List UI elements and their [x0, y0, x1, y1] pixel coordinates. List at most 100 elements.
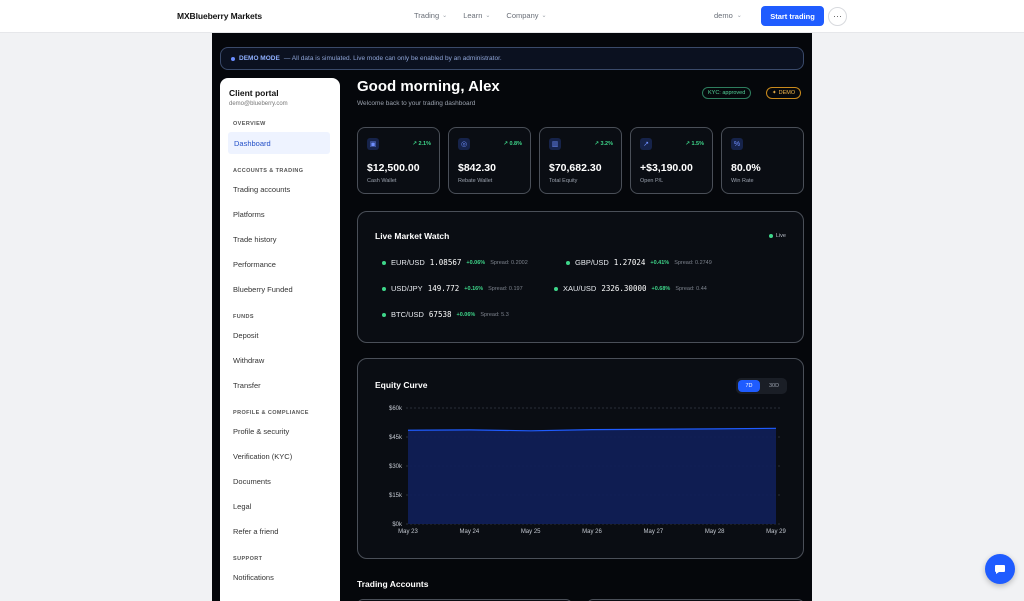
equity-chart: $60k $45k $30k $15k $0kMay 23 May 24 May 25 May… — [389, 406, 787, 535]
sidebar-item-withdraw[interactable]: Withdraw — [233, 356, 264, 365]
stat-value: 80.0% — [731, 162, 761, 174]
stat-card-win-rate[interactable]: % 80.0% Win Rate — [721, 127, 804, 194]
nav-trading[interactable]: Trading ⌄ — [414, 11, 447, 20]
nav-links: Trading ⌄ Learn ⌄ Company ⌄ — [414, 11, 547, 20]
account-menu[interactable]: demo ⌄ — [714, 11, 742, 20]
sidebar-item-legal[interactable]: Legal — [233, 502, 251, 511]
sidebar-item-deposit[interactable]: Deposit — [233, 331, 258, 340]
range-toggle: 7D 30D — [736, 378, 787, 394]
quote-spread: Spread: 0.2002 — [490, 259, 528, 266]
sidebar-item-trading-accounts[interactable]: Trading accounts — [233, 185, 290, 194]
sidebar-item-verification[interactable]: Verification (KYC) — [233, 452, 292, 461]
quote-price: 149.772 — [427, 284, 460, 293]
demo-mode-label: DEMO MODE — [239, 55, 280, 62]
section-overview: OVERVIEW — [233, 121, 266, 127]
x-tick-label: May 23 — [398, 529, 418, 535]
y-tick-label: $15k — [389, 493, 403, 499]
stat-label: Total Equity — [549, 178, 578, 184]
quote-change: +0.06% — [456, 311, 476, 318]
bar-chart-icon: ▥ — [549, 138, 561, 150]
range-7d-button[interactable]: 7D — [738, 380, 760, 392]
stat-card-cash-wallet[interactable]: ▣ ↗ 2.1% $12,500.00 Cash Wallet — [357, 127, 440, 194]
y-tick-label: $0k — [392, 522, 403, 528]
sidebar-item-notifications[interactable]: Notifications — [233, 573, 274, 582]
stat-label: Cash Wallet — [367, 178, 397, 184]
quote-xauusd[interactable]: XAU/USD 2326.30000 +0.68% Spread: 0.44 — [554, 284, 707, 293]
range-30d-button[interactable]: 30D — [763, 380, 785, 392]
stat-value: $842.30 — [458, 162, 496, 174]
quote-change: +0.16% — [464, 285, 484, 292]
x-tick-label: May 28 — [705, 529, 725, 535]
award-icon: ◎ — [458, 138, 470, 150]
quote-spread: Spread: 0.197 — [488, 285, 523, 292]
x-tick-label: May 29 — [766, 529, 786, 535]
quote-price: 1.08567 — [429, 258, 462, 267]
stat-card-rebate-wallet[interactable]: ◎ ↗ 0.8% $842.30 Rebate Wallet — [448, 127, 531, 194]
kyc-status-badge: KYC: approved — [702, 87, 752, 99]
sidebar-item-profile-security[interactable]: Profile & security — [233, 427, 289, 436]
x-tick-label: May 24 — [459, 529, 479, 535]
star-icon: ✦ — [772, 90, 777, 96]
stat-card-open-pl[interactable]: ↗ ↗ 1.5% +$3,190.00 Open P/L — [630, 127, 713, 194]
quote-btcusd[interactable]: BTC/USD 67538 +0.06% Spread: 5.3 — [382, 310, 509, 319]
chevron-down-icon: ⌄ — [485, 13, 491, 19]
nav-company[interactable]: Company ⌄ — [506, 11, 546, 20]
quote-usdjpy[interactable]: USD/JPY 149.772 +0.16% Spread: 0.197 — [382, 284, 523, 293]
nav-learn[interactable]: Learn ⌄ — [463, 11, 490, 20]
status-dot-icon — [566, 260, 570, 265]
info-dot-icon — [231, 56, 235, 61]
quote-spread: Spread: 0.2749 — [674, 259, 712, 266]
quote-eurusd[interactable]: EUR/USD 1.08567 +0.06% Spread: 0.2002 — [382, 258, 528, 267]
sidebar-item-documents[interactable]: Documents — [233, 477, 271, 486]
status-dot-icon — [382, 312, 386, 317]
equity-curve-panel: Equity Curve 7D 30D $60k $45k $30k $15k $0k M… — [357, 358, 804, 559]
x-tick-label: May 26 — [582, 529, 602, 535]
stat-change: ↗ 0.8% — [503, 141, 522, 147]
quote-symbol: BTC/USD — [391, 310, 424, 319]
quote-symbol: USD/JPY — [391, 284, 423, 293]
demo-badge: ✦ DEMO — [766, 87, 802, 99]
start-trading-button[interactable]: Start trading — [761, 6, 824, 26]
sidebar-item-platforms[interactable]: Platforms — [233, 210, 265, 219]
sidebar-item-refer[interactable]: Refer a friend — [233, 527, 278, 536]
section-support: SUPPORT — [233, 556, 263, 562]
top-navbar: MXBlueberry Markets Trading ⌄ Learn ⌄ Comp… — [0, 0, 1024, 33]
stat-value: $70,682.30 — [549, 162, 602, 174]
stat-card-total-equity[interactable]: ▥ ↗ 3.2% $70,682.30 Total Equity — [539, 127, 622, 194]
quote-change: +0.41% — [650, 259, 670, 266]
more-options-button[interactable]: ··· — [828, 7, 847, 26]
sidebar-item-performance[interactable]: Performance — [233, 260, 276, 269]
chevron-down-icon: ⌄ — [541, 13, 547, 19]
y-tick-label: $30k — [389, 464, 403, 470]
sidebar-item-trade-history[interactable]: Trade history — [233, 235, 277, 244]
wallet-icon: ▣ — [367, 138, 379, 150]
sidebar-item-label: Dashboard — [234, 139, 271, 148]
sidebar-item-transfer[interactable]: Transfer — [233, 381, 261, 390]
stats-row: ▣ ↗ 2.1% $12,500.00 Cash Wallet ◎ ↗ 0.8%… — [357, 127, 804, 194]
y-tick-label: $60k — [389, 406, 403, 412]
sidebar-item-blueberry-funded[interactable]: Blueberry Funded — [233, 285, 293, 294]
quote-symbol: EUR/USD — [391, 258, 425, 267]
equity-area — [408, 428, 776, 524]
quote-gbpusd[interactable]: GBP/USD 1.27024 +0.41% Spread: 0.2749 — [566, 258, 712, 267]
stat-change: ↗ 3.2% — [594, 141, 613, 147]
status-dot-icon — [382, 260, 386, 265]
sidebar-email: demo@blueberry.com — [229, 101, 288, 107]
status-dot-icon — [554, 286, 558, 291]
stat-label: Open P/L — [640, 178, 664, 184]
x-tick-label: May 27 — [643, 529, 663, 535]
sidebar-item-dashboard[interactable]: Dashboard — [228, 132, 330, 154]
chat-icon — [995, 565, 1005, 574]
trading-accounts-title: Trading Accounts — [357, 579, 429, 589]
chevron-down-icon: ⌄ — [442, 13, 448, 19]
percent-icon: % — [731, 138, 743, 150]
stat-label: Rebate Wallet — [458, 178, 493, 184]
section-funds: FUNDS — [233, 314, 254, 320]
y-tick-label: $45k — [389, 435, 403, 441]
brand-logo[interactable]: MXBlueberry Markets — [177, 11, 262, 21]
demo-mode-banner: DEMO MODE — All data is simulated. Live … — [220, 47, 804, 70]
chat-button[interactable] — [985, 554, 1015, 584]
quote-symbol: GBP/USD — [575, 258, 609, 267]
quote-symbol: XAU/USD — [563, 284, 597, 293]
quote-price: 2326.30000 — [601, 284, 647, 293]
